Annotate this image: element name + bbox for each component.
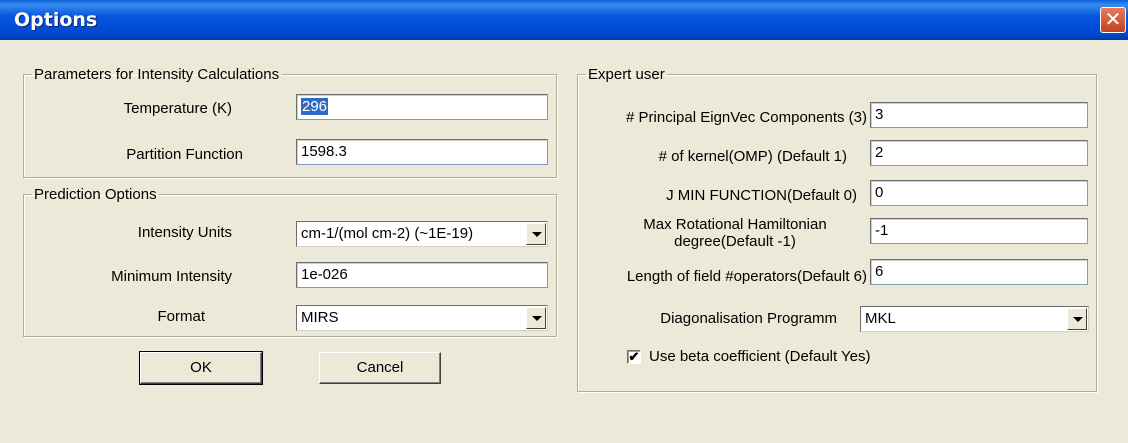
eignvec-field[interactable]: 3 [870,102,1088,128]
partition-function-label: Partition Function [126,146,243,163]
length-field-label: Length of field #operators(Default 6) [626,268,867,285]
jmin-label: J MIN FUNCTION(Default 0) [666,187,857,204]
minimum-intensity-label: Minimum Intensity [111,268,232,285]
max-rotational-label: Max Rotational Hamiltonian degree(Defaul… [643,216,827,250]
cancel-button[interactable]: Cancel [319,352,441,384]
jmin-field[interactable]: 0 [870,180,1088,206]
chevron-down-icon[interactable] [526,307,546,329]
length-field-input[interactable]: 6 [870,259,1088,285]
prediction-options-legend: Prediction Options [34,186,157,203]
intensity-units-label: Intensity Units [137,224,232,241]
beta-coefficient-label: Use beta coefficient (Default Yes) [649,348,871,365]
diagonalisation-label: Diagonalisation Programm [660,310,837,327]
max-rotational-field[interactable]: -1 [870,218,1088,244]
close-icon: ✕ [1104,7,1122,31]
diagonalisation-select[interactable]: MKL [860,306,1089,332]
window-title: Options [14,9,98,31]
kernel-field[interactable]: 2 [870,140,1088,166]
chevron-down-icon[interactable] [526,223,546,245]
title-bar: Options ✕ [0,0,1128,40]
beta-coefficient-checkbox[interactable]: ✔ [627,350,641,364]
eignvec-label: # Principal EignVec Components (3) [626,109,867,126]
close-button[interactable]: ✕ [1100,7,1126,33]
temperature-field[interactable]: 296 [296,94,548,120]
intensity-params-legend: Parameters for Intensity Calculations [34,66,280,83]
check-icon: ✔ [628,349,640,364]
temperature-label: Temperature (K) [123,100,232,117]
dialog-client-area: Parameters for Intensity Calculations Te… [0,40,1128,443]
format-select[interactable]: MIRS [296,305,548,331]
partition-function-field[interactable]: 1598.3 [296,139,548,165]
expert-user-legend: Expert user [588,66,665,83]
intensity-units-select[interactable]: cm-1/(mol cm-2) (~1E-19) [296,221,548,247]
minimum-intensity-field[interactable]: 1e-026 [296,262,548,288]
kernel-label: # of kernel(OMP) (Default 1) [658,148,847,165]
chevron-down-icon[interactable] [1067,308,1087,330]
format-label: Format [157,308,205,325]
ok-button[interactable]: OK [139,351,263,385]
